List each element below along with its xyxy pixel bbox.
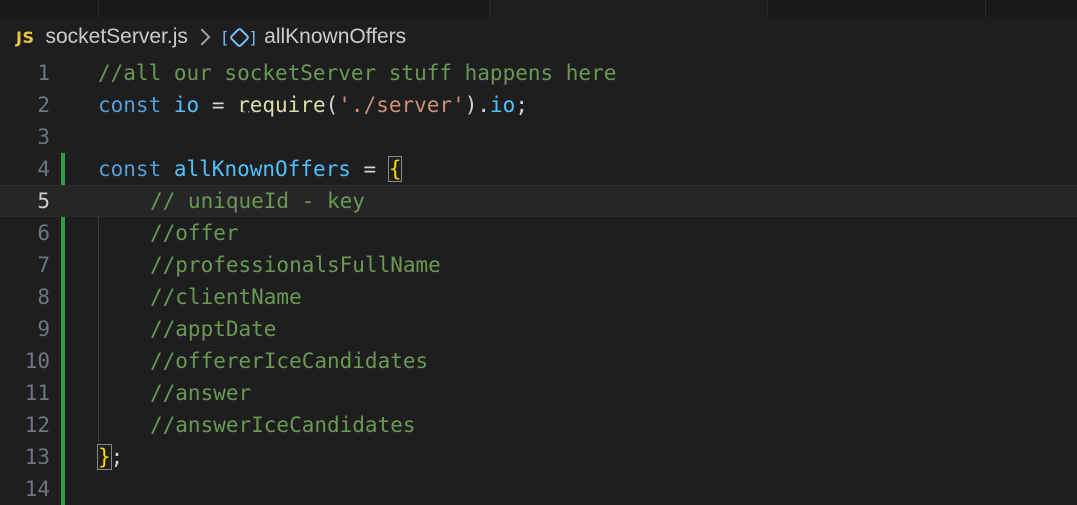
line-number: 14 [24, 477, 50, 501]
code-line: 3 [0, 121, 1077, 153]
keyword-token: const [98, 157, 162, 181]
operator-token: = [199, 93, 238, 117]
operator-token: = [350, 157, 389, 181]
code-line: 11 //answer [0, 377, 1077, 409]
comment-token: //professionalsFullName [150, 253, 441, 277]
bracket-match: { [387, 156, 403, 182]
punctuation-token: ( [325, 93, 339, 117]
code-line: 2 const io = require('./server').io; [0, 89, 1077, 121]
code-line: 10 //offererIceCandidates [0, 345, 1077, 377]
code-line: 1 //all our socketServer stuff happens h… [0, 57, 1077, 89]
line-number: 3 [37, 125, 50, 149]
tab-strip [0, 0, 1077, 17]
string-token: './server' [338, 93, 465, 117]
comment-token: //answerIceCandidates [150, 413, 416, 437]
bracket-match: } [97, 444, 112, 470]
tab-divider [98, 0, 99, 17]
line-number: 5 [37, 189, 50, 213]
comment-token: //offererIceCandidates [150, 349, 429, 373]
tab-divider [767, 0, 768, 17]
js-file-icon: JS [16, 27, 35, 47]
code-line: 8 //clientName [0, 281, 1077, 313]
tab-divider [489, 0, 490, 17]
line-number: 2 [37, 93, 50, 117]
code-line: 9 //apptDate [0, 313, 1077, 345]
comment-token: //clientName [150, 285, 302, 309]
line-number: 13 [24, 445, 50, 469]
code-line: 12 //answerIceCandidates [0, 409, 1077, 441]
symbol-variable-icon: [] [219, 26, 259, 48]
keyword-token: const [98, 93, 162, 117]
line-number: 6 [37, 221, 50, 245]
suggestion-dots-icon[interactable]: ··· [242, 105, 256, 119]
editor-window: JS socketServer.js [] allKnownOffers 1 /… [0, 0, 1077, 505]
variable-token: io [173, 93, 200, 117]
code-line: 4 const allKnownOffers = { [0, 153, 1077, 185]
breadcrumb-file[interactable]: socketServer.js [45, 25, 187, 49]
line-number: 11 [24, 381, 50, 405]
line-number: 12 [24, 413, 50, 437]
line-number: 8 [37, 285, 50, 309]
line-number: 9 [37, 317, 50, 341]
line-number: 10 [24, 349, 50, 373]
code-editor[interactable]: 1 //all our socketServer stuff happens h… [0, 57, 1077, 505]
tab-divider [985, 0, 986, 17]
code-line: 14 [0, 473, 1077, 505]
variable-token: allKnownOffers [173, 157, 351, 181]
active-tab[interactable] [490, 0, 767, 17]
comment-token: //answer [150, 381, 252, 405]
comment-token: //apptDate [150, 317, 277, 341]
punctuation-token: ; [110, 445, 124, 469]
breadcrumb: JS socketServer.js [] allKnownOffers [0, 17, 1077, 57]
punctuation-token: ; [515, 93, 528, 117]
comment-token: // uniqueId - key [150, 189, 365, 213]
property-token: io [490, 93, 516, 117]
punctuation-token: ). [464, 93, 491, 117]
comment-token: //offer [150, 221, 239, 245]
code-line-current: 5 // uniqueId - key [0, 185, 1077, 217]
code-line: 7 //professionalsFullName [0, 249, 1077, 281]
line-number: 4 [37, 157, 50, 181]
comment-token: //all our socketServer stuff happens her… [98, 61, 617, 85]
breadcrumb-symbol[interactable]: allKnownOffers [264, 25, 406, 49]
line-number: 7 [37, 253, 50, 277]
line-number: 1 [37, 61, 50, 85]
chevron-right-icon [193, 28, 211, 46]
code-line: 13 }; [0, 441, 1077, 473]
code-line: 6 //offer [0, 217, 1077, 249]
